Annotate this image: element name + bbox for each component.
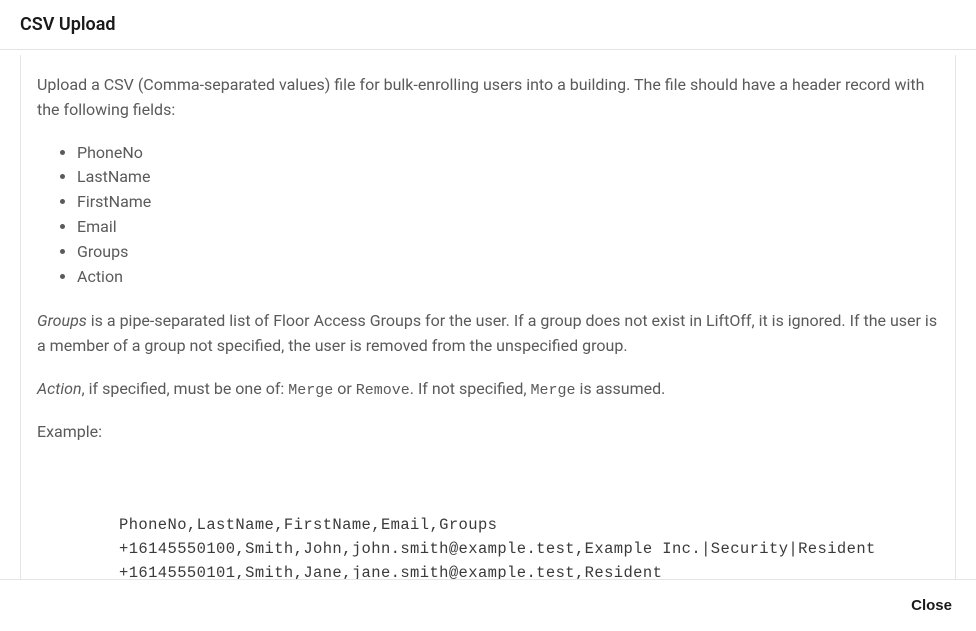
close-button[interactable]: Close: [907, 589, 956, 622]
dialog-footer: Close: [0, 579, 976, 631]
action-code-merge: Merge: [288, 382, 333, 399]
action-text-3: is assumed.: [576, 379, 666, 398]
list-item: Action: [77, 265, 939, 290]
example-label: Example:: [37, 420, 939, 445]
list-item: FirstName: [77, 190, 939, 215]
dialog-title: CSV Upload: [20, 14, 956, 35]
action-text-mid: or: [333, 379, 355, 398]
groups-note: Groups is a pipe-separated list of Floor…: [37, 309, 939, 359]
action-emph: Action: [37, 379, 82, 398]
groups-text: is a pipe-separated list of Floor Access…: [37, 311, 937, 355]
action-text-2: . If not specified,: [410, 379, 531, 398]
example-code-block: PhoneNo,LastName,FirstName,Email,Groups …: [37, 463, 939, 579]
action-code-merge-2: Merge: [530, 382, 575, 399]
action-code-remove: Remove: [356, 382, 410, 399]
action-note: Action, if specified, must be one of: Me…: [37, 377, 939, 402]
dialog-header: CSV Upload: [0, 0, 976, 50]
groups-emph: Groups: [37, 311, 87, 330]
list-item: Groups: [77, 240, 939, 265]
content-scroll-area[interactable]: Upload a CSV (Comma-separated values) fi…: [0, 55, 976, 579]
list-item: LastName: [77, 165, 939, 190]
content-card: Upload a CSV (Comma-separated values) fi…: [20, 55, 956, 579]
intro-text: Upload a CSV (Comma-separated values) fi…: [37, 73, 939, 123]
list-item: PhoneNo: [77, 141, 939, 166]
list-item: Email: [77, 215, 939, 240]
csv-fields-list: PhoneNo LastName FirstName Email Groups …: [37, 141, 939, 290]
action-text-1: , if specified, must be one of:: [82, 379, 289, 398]
